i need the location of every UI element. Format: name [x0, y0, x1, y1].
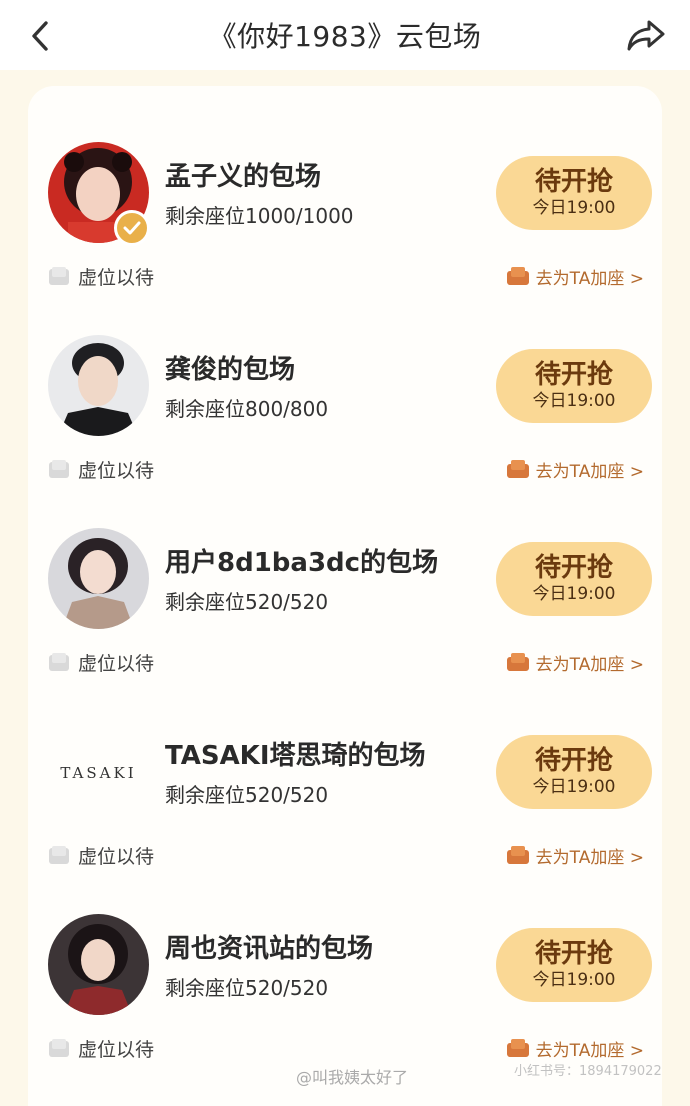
remaining-seats: 剩余座位520/520: [165, 783, 329, 807]
screening-list: 孟子义的包场 剩余座位1000/1000 待开抢 今日19:00 虚位以待 去为…: [28, 86, 662, 1106]
grab-seat-button[interactable]: 待开抢 今日19:00: [496, 156, 652, 230]
grab-seat-button[interactable]: 待开抢 今日19:00: [496, 735, 652, 809]
weibo-watermark: @叫我姨太好了: [296, 1068, 409, 1087]
add-seat-label: 去为TA加座 >: [535, 1040, 644, 1061]
grab-button-time: 今日19:00: [532, 584, 616, 604]
grab-seat-button[interactable]: 待开抢 今日19:00: [496, 928, 652, 1002]
remaining-seats: 剩余座位520/520: [165, 590, 329, 614]
list-item: 孟子义的包场 剩余座位1000/1000 待开抢 今日19:00 虚位以待 去为…: [28, 86, 662, 289]
avatar[interactable]: [48, 528, 149, 629]
grab-button-time: 今日19:00: [532, 198, 616, 218]
screening-name[interactable]: 用户8d1ba3dc的包场: [165, 542, 438, 579]
list-item: TASAKI TASAKI塔思琦的包场 剩余座位520/520 待开抢 今日19…: [28, 665, 662, 868]
vacant-label: 虚位以待: [78, 1038, 155, 1061]
grab-button-label: 待开抢: [534, 167, 613, 197]
grab-button-time: 今日19:00: [532, 391, 616, 411]
vacant-seat-status: 虚位以待: [48, 1035, 154, 1061]
list-item: 周也资讯站的包场 剩余座位520/520 待开抢 今日19:00 虚位以待 去为…: [28, 858, 662, 1061]
avatar[interactable]: [48, 914, 149, 1015]
grab-button-label: 待开抢: [534, 553, 613, 583]
page-title: 《你好1983》云包场: [208, 20, 482, 53]
screening-name[interactable]: 孟子义的包场: [165, 156, 321, 193]
add-seat-link[interactable]: 去为TA加座 >: [506, 1035, 644, 1061]
remaining-seats: 剩余座位1000/1000: [165, 204, 354, 228]
back-button[interactable]: [24, 20, 56, 52]
remaining-seats: 剩余座位520/520: [165, 976, 329, 1000]
top-nav-bar: 《你好1983》云包场: [0, 0, 690, 70]
share-button[interactable]: [624, 16, 668, 54]
grab-button-label: 待开抢: [534, 360, 613, 390]
back-chevron-icon: [32, 21, 48, 51]
grab-seat-button[interactable]: 待开抢 今日19:00: [496, 349, 652, 423]
brand-logo[interactable]: TASAKI: [48, 753, 149, 793]
sofa-icon: [506, 1039, 529, 1057]
list-item: 龚俊的包场 剩余座位800/800 待开抢 今日19:00 虚位以待 去为TA加…: [28, 279, 662, 482]
screening-name[interactable]: 龚俊的包场: [165, 349, 295, 386]
remaining-seats: 剩余座位800/800: [165, 397, 329, 421]
seat-icon: [49, 1039, 69, 1057]
avatar[interactable]: [48, 335, 149, 436]
grab-button-label: 待开抢: [534, 939, 613, 969]
grab-button-time: 今日19:00: [532, 777, 616, 797]
grab-seat-button[interactable]: 待开抢 今日19:00: [496, 542, 652, 616]
grab-button-time: 今日19:00: [532, 970, 616, 990]
list-item: 用户8d1ba3dc的包场 剩余座位520/520 待开抢 今日19:00 虚位…: [28, 472, 662, 675]
screening-name[interactable]: TASAKI塔思琦的包场: [165, 735, 426, 772]
screening-name[interactable]: 周也资讯站的包场: [165, 928, 373, 965]
grab-button-label: 待开抢: [534, 746, 613, 776]
share-arrow-icon: [627, 20, 665, 51]
xiaohongshu-watermark: 小红书号：1894179022: [514, 1064, 662, 1079]
verified-badge-icon: [114, 210, 150, 246]
